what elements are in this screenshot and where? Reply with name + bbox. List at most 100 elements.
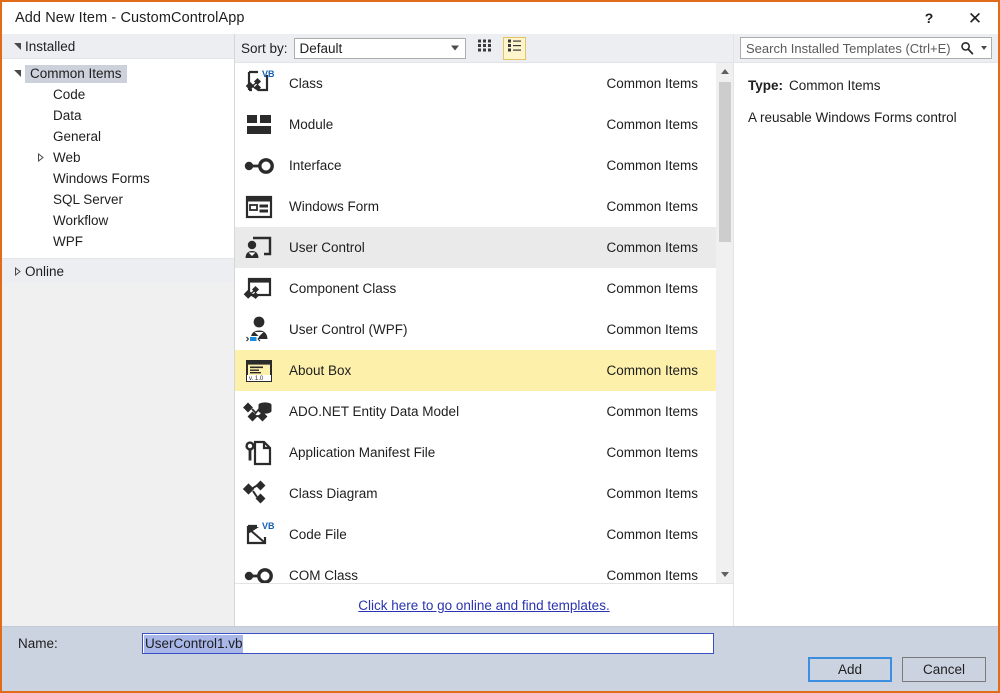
template-name: ADO.NET Entity Data Model (289, 404, 460, 419)
go-online-find-templates-link[interactable]: Click here to go online and find templat… (358, 598, 609, 613)
component-class-icon (239, 272, 279, 306)
application-manifest-file-icon (239, 436, 279, 470)
template-name: Application Manifest File (289, 445, 436, 460)
details-list-view-button[interactable] (502, 36, 526, 60)
template-description: A reusable Windows Forms control (748, 110, 957, 125)
sidebar-item-label: SQL Server (53, 191, 124, 207)
sidebar-item-windows-forms[interactable]: Windows Forms (2, 168, 234, 189)
template-row[interactable]: COM Class Common Items (235, 555, 716, 583)
scroll-up-button[interactable] (717, 63, 733, 80)
sidebar-item-label: Workflow (53, 212, 109, 228)
chevron-down-icon (10, 42, 25, 51)
cancel-button[interactable]: Cancel (902, 657, 986, 682)
template-type-label: Type: (748, 78, 784, 93)
online-section: Online (2, 258, 234, 626)
online-templates-link-row: Click here to go online and find templat… (235, 584, 733, 626)
details-list-view-icon (507, 38, 522, 58)
close-icon: ✕ (967, 8, 983, 28)
small-icons-view-button[interactable] (473, 37, 496, 60)
scroll-down-button[interactable] (717, 566, 733, 583)
template-category: Common Items (606, 76, 698, 91)
dialog-footer: Name: UserControl1.vb Add Cancel (2, 626, 998, 691)
class-diagram-icon (239, 477, 279, 511)
template-name: COM Class (289, 568, 359, 583)
template-row[interactable]: User Control (WPF) Common Items (235, 309, 716, 350)
template-category: Common Items (606, 322, 698, 337)
template-row[interactable]: Application Manifest File Common Items (235, 432, 716, 473)
template-info-panel: Type: Common Items A reusable Windows For… (734, 63, 998, 626)
template-row[interactable]: VB Class Common Items (235, 63, 716, 104)
vb-code-file-icon: VB (239, 518, 279, 552)
about-box-icon: v. 1.0 (239, 354, 279, 388)
sidebar-item-label: General (53, 128, 102, 144)
template-row[interactable]: User Control Common Items (235, 227, 716, 268)
templates-scrollbar[interactable] (716, 63, 733, 583)
template-row[interactable]: v. 1.0 About Box Common Items (235, 350, 716, 391)
sort-by-dropdown[interactable]: Default (293, 37, 466, 59)
dialog-title: Add New Item - CustomControlApp (15, 10, 245, 26)
search-input[interactable] (746, 40, 991, 56)
sidebar-item-sql-server[interactable]: SQL Server (2, 189, 234, 210)
template-row[interactable]: Module Common Items (235, 104, 716, 145)
question-mark-icon: ? (924, 10, 934, 26)
template-category: Common Items (606, 404, 698, 419)
sidebar-item-code[interactable]: Code (2, 84, 234, 105)
template-category: Common Items (606, 199, 698, 214)
dialog-body: Installed Common Items Code Data General Web… (2, 34, 998, 626)
footer-buttons: Add Cancel (808, 657, 986, 682)
template-row[interactable]: VB Code File Common Items (235, 514, 716, 555)
template-name: Component Class (289, 281, 397, 296)
template-type-value: Common Items (789, 78, 881, 93)
scrollbar-track[interactable] (717, 80, 733, 566)
sidebar-item-common-items[interactable]: Common Items (2, 63, 234, 84)
tree-group-installed[interactable]: Installed (2, 34, 234, 59)
add-button[interactable]: Add (808, 657, 892, 682)
search-dropdown-arrow-icon[interactable] (981, 46, 987, 50)
template-category: Common Items (606, 117, 698, 132)
scrollbar-thumb[interactable] (719, 82, 731, 242)
module-icon (239, 108, 279, 142)
chevron-down-icon (450, 45, 459, 51)
sidebar-item-web[interactable]: Web (2, 147, 234, 168)
template-name: Class (289, 76, 323, 91)
template-category: Common Items (606, 568, 698, 583)
sidebar-item-workflow[interactable]: Workflow (2, 210, 234, 231)
template-row[interactable]: Class Diagram Common Items (235, 473, 716, 514)
svg-text:v. 1.0: v. 1.0 (249, 376, 264, 382)
close-button[interactable]: ✕ (952, 2, 998, 34)
sidebar-item-wpf[interactable]: WPF (2, 231, 234, 252)
title-bar: Add New Item - CustomControlApp ? ✕ (2, 2, 998, 34)
categories-tree-pane: Installed Common Items Code Data General Web… (2, 34, 235, 626)
template-row[interactable]: Component Class Common Items (235, 268, 716, 309)
chevron-right-icon (33, 153, 48, 162)
name-input[interactable]: UserControl1.vb (142, 633, 714, 654)
templates-pane: Sort by: Default VB Class Common Items M… (235, 34, 733, 626)
search-icon[interactable] (959, 40, 975, 56)
chevron-down-icon (10, 69, 25, 78)
template-category: Common Items (606, 158, 698, 173)
template-type-line: Type: Common Items (748, 77, 984, 95)
template-row[interactable]: Windows Form Common Items (235, 186, 716, 227)
sidebar-item-general[interactable]: General (2, 126, 234, 147)
template-row[interactable]: ADO.NET Entity Data Model Common Items (235, 391, 716, 432)
template-name: Module (289, 117, 334, 132)
templates-list[interactable]: VB Class Common Items Module Common Items … (235, 63, 716, 583)
template-row[interactable]: Interface Common Items (235, 145, 716, 186)
search-box[interactable] (740, 37, 992, 59)
template-name: User Control (WPF) (289, 322, 408, 337)
help-button[interactable]: ? (906, 2, 952, 34)
sidebar-item-label: Code (53, 86, 86, 102)
interface-icon (239, 149, 279, 183)
svg-text:VB: VB (262, 69, 275, 79)
template-name: Windows Form (289, 199, 380, 214)
sidebar-item-data[interactable]: Data (2, 105, 234, 126)
template-name: User Control (289, 240, 365, 255)
name-input-value: UserControl1.vb (144, 634, 243, 653)
window-controls: ? ✕ (906, 2, 998, 34)
svg-text:VB: VB (262, 521, 275, 531)
tree-group-online-label: Online (25, 263, 65, 279)
cancel-button-label: Cancel (922, 662, 966, 677)
template-name: Interface (289, 158, 342, 173)
tree-group-online[interactable]: Online (2, 258, 234, 283)
sidebar-item-label: Data (53, 107, 82, 123)
